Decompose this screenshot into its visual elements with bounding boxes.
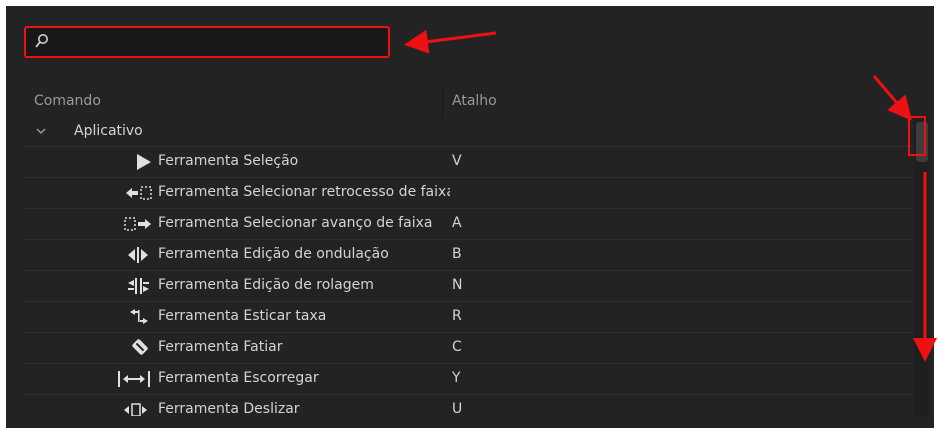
selection-tool-icon: [137, 154, 151, 170]
list-item[interactable]: Ferramenta Seleção V: [24, 147, 914, 178]
command-label: Ferramenta Fatiar: [158, 339, 283, 355]
list-item[interactable]: Ferramenta Edição de ondulação B: [24, 240, 914, 271]
rate-stretch-icon: [130, 309, 148, 324]
shortcut-key[interactable]: Y: [452, 370, 461, 386]
command-label: Ferramenta Edição de ondulação: [158, 246, 389, 262]
search-input[interactable]: [52, 31, 386, 55]
list-item[interactable]: Ferramenta Selecionar retrocesso de faix…: [24, 178, 914, 209]
shortcut-key[interactable]: A: [452, 215, 462, 231]
shortcut-key[interactable]: R: [452, 308, 462, 324]
command-label: Ferramenta Esticar taxa: [158, 308, 327, 324]
keyboard-shortcuts-panel: Comando Atalho Aplicativo Ferramenta Sel…: [6, 6, 934, 428]
header-shortcut[interactable]: Atalho: [452, 93, 497, 109]
track-select-backward-icon: [126, 186, 152, 200]
group-row-application[interactable]: Aplicativo: [24, 118, 914, 147]
vertical-scrollbar[interactable]: [914, 118, 930, 416]
shortcut-list: Aplicativo Ferramenta Seleção V Ferramen…: [24, 118, 914, 416]
razor-icon: [132, 339, 148, 355]
shortcut-key[interactable]: B: [452, 246, 462, 262]
list-item[interactable]: Ferramenta Deslizar U: [24, 395, 914, 416]
list-item[interactable]: Ferramenta Esticar taxa R: [24, 302, 914, 333]
command-label: Ferramenta Selecionar retrocesso de faix…: [158, 184, 450, 200]
shortcut-key[interactable]: N: [452, 277, 462, 293]
header-divider[interactable]: [442, 86, 443, 116]
scrollbar-highlight-box: [908, 116, 926, 156]
command-label: Ferramenta Escorregar: [158, 370, 319, 386]
list-item[interactable]: Ferramenta Fatiar C: [24, 333, 914, 364]
shortcut-key[interactable]: V: [452, 153, 462, 169]
search-box[interactable]: [24, 26, 390, 58]
table-header: Comando Atalho: [24, 86, 930, 116]
slide-icon: [124, 403, 147, 416]
header-command[interactable]: Comando: [34, 93, 101, 109]
group-label: Aplicativo: [74, 123, 143, 139]
shortcut-key[interactable]: U: [452, 401, 462, 416]
command-label: Ferramenta Seleção: [158, 153, 299, 169]
ripple-edit-icon: [128, 247, 148, 263]
track-select-forward-icon: [124, 217, 151, 231]
list-item[interactable]: Ferramenta Edição de rolagem N: [24, 271, 914, 302]
command-label: Ferramenta Deslizar: [158, 401, 300, 416]
shortcut-key[interactable]: C: [452, 339, 462, 355]
list-item[interactable]: Ferramenta Escorregar Y: [24, 364, 914, 395]
chevron-down-icon[interactable]: [34, 124, 48, 138]
list-item[interactable]: Ferramenta Selecionar avanço de faixa A: [24, 209, 914, 240]
slip-icon: [118, 371, 150, 387]
rolling-edit-icon: [128, 278, 149, 294]
search-icon: [35, 34, 48, 48]
command-label: Ferramenta Edição de rolagem: [158, 277, 374, 293]
command-label: Ferramenta Selecionar avanço de faixa: [158, 215, 433, 231]
